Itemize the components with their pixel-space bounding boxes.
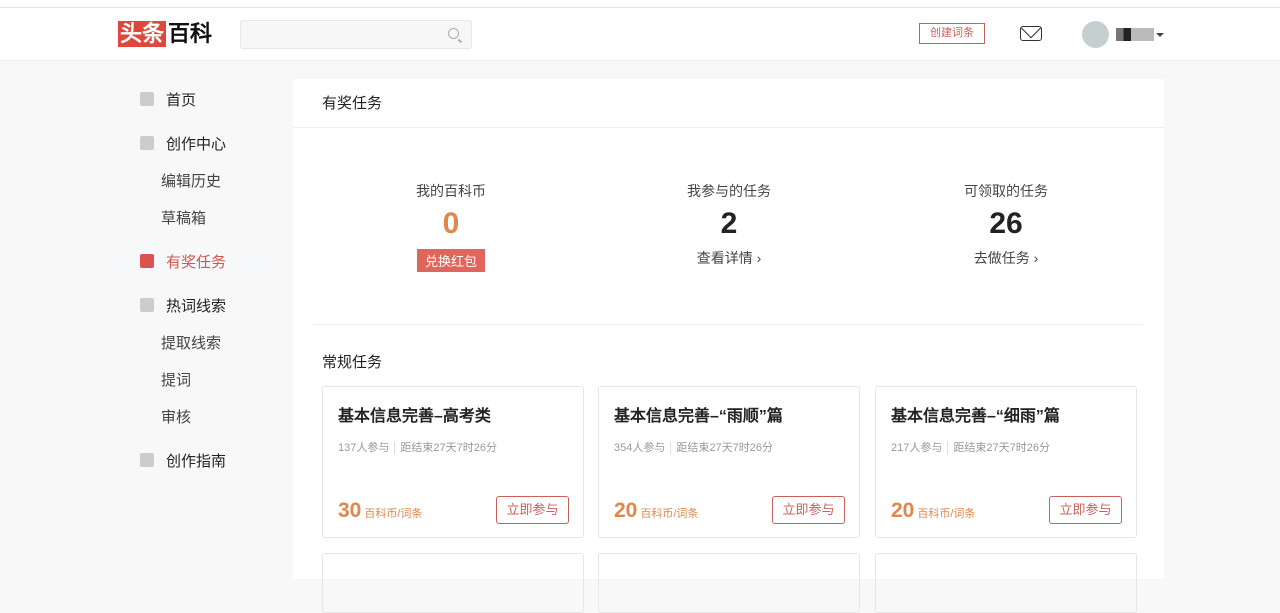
nav-icon bbox=[140, 136, 154, 150]
reward-unit: 百科币/词条 bbox=[917, 508, 976, 520]
sidebar-item[interactable]: 热词线索 bbox=[113, 286, 275, 324]
reward-points: 30 bbox=[338, 499, 362, 522]
task-card: 基本信息完善–“雨顺”篇 354人参与 距结束27天7时26分 20 百科币/词条 … bbox=[598, 386, 860, 538]
stat-label: 我的百科币 bbox=[416, 183, 486, 199]
time-remaining: 距结束27天7时26分 bbox=[947, 442, 1050, 454]
nav-icon bbox=[140, 298, 154, 312]
sidebar-item-label: 创作指南 bbox=[166, 452, 227, 470]
caret-down-icon[interactable] bbox=[1156, 33, 1164, 41]
stat-value: 2 bbox=[720, 207, 738, 240]
task-meta: 354人参与 距结束27天7时26分 bbox=[614, 439, 844, 455]
logo-part: 头条 bbox=[118, 21, 167, 47]
sidebar-item[interactable]: 提词 bbox=[113, 361, 275, 398]
create-entry-button[interactable]: 创建词条 bbox=[919, 23, 985, 44]
reward-points: 20 bbox=[614, 499, 638, 522]
sidebar-item[interactable]: 创作中心 bbox=[113, 124, 275, 162]
join-button[interactable]: 立即参与 bbox=[1049, 496, 1122, 524]
task-card: 基本信息完善–高考类 137人参与 距结束27天7时26分 30 百科币/词条 立即… bbox=[322, 386, 584, 538]
logo[interactable]: 头条 百科 bbox=[118, 21, 212, 47]
sidebar-item-label: 编辑历史 bbox=[161, 173, 222, 190]
task-card[interactable] bbox=[875, 553, 1137, 613]
task-reward: 20 百科币/词条 bbox=[891, 499, 975, 523]
stat-available: 可领取的任务 26 去做任务 › bbox=[906, 181, 1106, 268]
sidebar-item[interactable]: 编辑历史 bbox=[113, 162, 275, 199]
main-panel: 有奖任务 我的百科币 0 兑换红包 我参与的任务 2 查看详情 › 可领取的任务… bbox=[293, 79, 1164, 613]
view-details-link[interactable]: 查看详情 › bbox=[697, 248, 762, 268]
sidebar-item[interactable]: 首页 bbox=[113, 80, 275, 118]
sidebar-item[interactable]: 审核 bbox=[113, 398, 275, 435]
stat-label: 我参与的任务 bbox=[687, 183, 771, 199]
task-meta: 137人参与 距结束27天7时26分 bbox=[338, 439, 568, 455]
logo-part: 百科 bbox=[168, 21, 213, 46]
nav-icon bbox=[140, 254, 154, 268]
sidebar-item-label: 提取线索 bbox=[161, 335, 222, 352]
section-title: 常规任务 bbox=[322, 354, 383, 371]
sidebar-item-label: 有奖任务 bbox=[166, 253, 227, 271]
participants: 137人参与 bbox=[338, 442, 390, 454]
search-input[interactable] bbox=[241, 21, 441, 48]
stat-value: 0 bbox=[442, 207, 460, 240]
nav-icon bbox=[140, 453, 154, 467]
redeem-button[interactable]: 兑换红包 bbox=[416, 249, 485, 272]
search-box bbox=[240, 20, 472, 49]
sidebar-item-label: 草稿箱 bbox=[161, 210, 207, 227]
task-card[interactable] bbox=[322, 553, 584, 613]
task-reward: 20 百科币/词条 bbox=[614, 499, 698, 523]
sidebar-item[interactable]: 草稿箱 bbox=[113, 199, 275, 236]
join-button[interactable]: 立即参与 bbox=[772, 496, 845, 524]
participants: 354人参与 bbox=[614, 442, 666, 454]
mail-icon[interactable] bbox=[1020, 26, 1042, 41]
stat-joined: 我参与的任务 2 查看详情 › bbox=[629, 181, 829, 268]
task-meta: 217人参与 距结束27天7时26分 bbox=[891, 439, 1121, 455]
sidebar-item[interactable]: 创作指南 bbox=[113, 441, 275, 479]
do-tasks-link[interactable]: 去做任务 › bbox=[974, 248, 1039, 268]
nav-icon bbox=[140, 92, 154, 106]
top-border bbox=[0, 0, 1280, 8]
sidebar-item[interactable]: 提取线索 bbox=[113, 324, 275, 361]
sidebar-item-label: 审核 bbox=[161, 409, 192, 426]
page-title: 有奖任务 bbox=[293, 79, 1164, 128]
time-remaining: 距结束27天7时26分 bbox=[670, 442, 773, 454]
sidebar-item[interactable]: 有奖任务 bbox=[113, 242, 275, 280]
task-title: 基本信息完善–“雨顺”篇 bbox=[614, 408, 783, 425]
header: 头条 百科 创建词条 bbox=[0, 8, 1280, 61]
sidebar: 首页创作中心编辑历史草稿箱有奖任务热词线索提取线索提词审核创作指南 bbox=[113, 80, 275, 479]
task-card: 基本信息完善–“细雨”篇 217人参与 距结束27天7时26分 20 百科币/词条 … bbox=[875, 386, 1137, 538]
participants: 217人参与 bbox=[891, 442, 943, 454]
username-blurred[interactable] bbox=[1116, 28, 1154, 41]
sidebar-item-label: 首页 bbox=[166, 91, 197, 109]
sidebar-item-label: 创作中心 bbox=[166, 135, 227, 153]
sidebar-item-label: 提词 bbox=[161, 372, 192, 389]
stat-value: 26 bbox=[989, 207, 1023, 240]
avatar[interactable] bbox=[1082, 21, 1109, 48]
stat-label: 可领取的任务 bbox=[964, 183, 1048, 199]
stat-coins: 我的百科币 0 兑换红包 bbox=[351, 181, 551, 272]
reward-unit: 百科币/词条 bbox=[640, 508, 699, 520]
task-title: 基本信息完善–“细雨”篇 bbox=[891, 408, 1060, 425]
reward-points: 20 bbox=[891, 499, 915, 522]
time-remaining: 距结束27天7时26分 bbox=[394, 442, 497, 454]
reward-unit: 百科币/词条 bbox=[364, 508, 423, 520]
task-title: 基本信息完善–高考类 bbox=[338, 408, 491, 425]
task-reward: 30 百科币/词条 bbox=[338, 499, 422, 523]
search-icon[interactable] bbox=[448, 28, 459, 39]
join-button[interactable]: 立即参与 bbox=[496, 496, 569, 524]
divider bbox=[314, 324, 1143, 325]
task-card[interactable] bbox=[598, 553, 860, 613]
sidebar-item-label: 热词线索 bbox=[166, 297, 227, 315]
